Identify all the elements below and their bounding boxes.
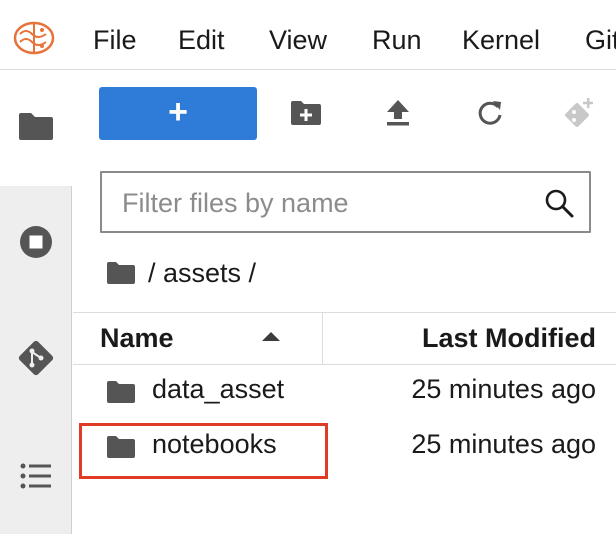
file-browser-panel: + Filter files by name / assets / Name L…: [73, 70, 616, 534]
folder-icon[interactable]: [14, 104, 58, 148]
new-folder-icon[interactable]: [287, 94, 325, 132]
column-divider[interactable]: [322, 313, 323, 365]
new-launcher-button[interactable]: +: [99, 87, 257, 140]
column-header-name[interactable]: Name: [100, 323, 174, 354]
menu-view[interactable]: View: [269, 22, 327, 58]
left-sidebar: [0, 70, 73, 534]
menu-kernel[interactable]: Kernel: [462, 22, 540, 58]
refresh-icon[interactable]: [471, 94, 509, 132]
breadcrumb: / assets /: [106, 255, 256, 291]
jupyter-brain-logo-icon[interactable]: [12, 20, 56, 56]
menu-file[interactable]: File: [93, 22, 137, 58]
table-of-contents-icon[interactable]: [14, 454, 58, 498]
breadcrumb-path[interactable]: / assets /: [148, 258, 256, 289]
menu-edit[interactable]: Edit: [178, 22, 225, 58]
column-header-last-modified[interactable]: Last Modified: [422, 323, 596, 354]
search-icon[interactable]: [543, 187, 575, 219]
menu-git[interactable]: Git: [585, 22, 616, 58]
file-last-modified: 25 minutes ago: [411, 374, 596, 404]
file-last-modified: 25 minutes ago: [411, 429, 596, 459]
menu-bar: File Edit View Run Kernel Git: [0, 0, 616, 70]
file-list-header: Name Last Modified: [73, 312, 616, 365]
sidebar-tab-file-browser[interactable]: [0, 70, 73, 186]
highlight-annotation-box: [79, 423, 328, 479]
home-folder-icon[interactable]: [106, 261, 136, 285]
running-stop-icon[interactable]: [14, 220, 58, 264]
file-name[interactable]: data_asset: [152, 374, 284, 405]
git-icon[interactable]: [14, 336, 58, 380]
filter-files-box: [100, 171, 591, 233]
git-clone-icon[interactable]: [560, 94, 598, 132]
sort-ascending-icon: [262, 332, 280, 341]
folder-icon: [106, 380, 136, 409]
menu-run[interactable]: Run: [372, 22, 422, 58]
file-row-data-asset[interactable]: data_asset 25 minutes ago: [73, 366, 616, 420]
filter-files-input[interactable]: [120, 183, 540, 223]
upload-icon[interactable]: [379, 94, 417, 132]
